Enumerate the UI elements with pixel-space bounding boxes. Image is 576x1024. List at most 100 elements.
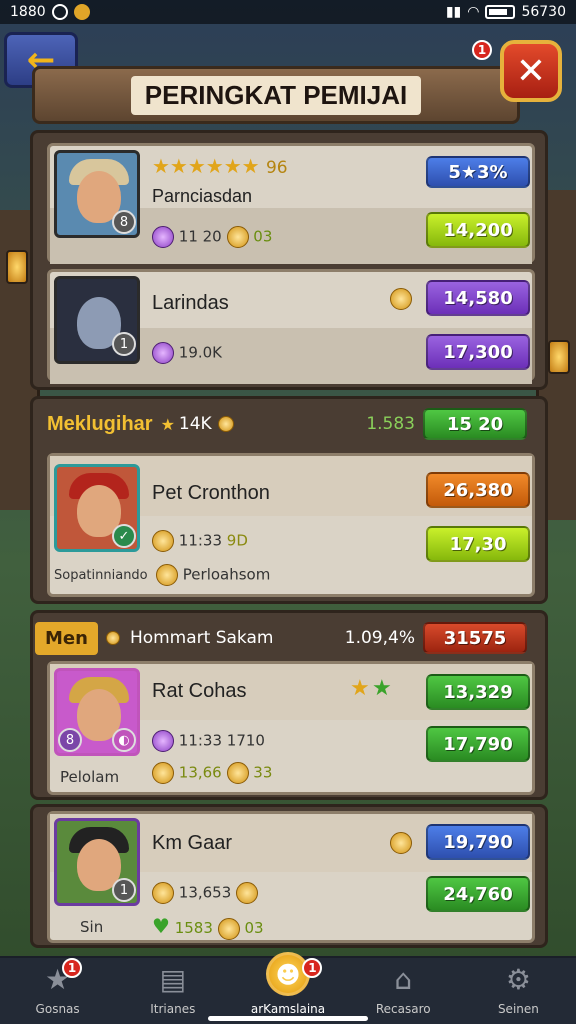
rank-badge: 5★3% xyxy=(426,156,530,188)
player-name: Parnciasdan xyxy=(152,186,253,206)
player-card-1[interactable]: 8 ★★★★★★ 96 Parnciasdan 11 20 03 5★3% 14… xyxy=(47,143,535,264)
score-pill[interactable]: 19,790 xyxy=(426,824,530,860)
score-pill[interactable]: 14,200 xyxy=(426,212,530,248)
bottom-nav: ★ Gosnas 1 ▤ Itrianes ☻ arKamslaina 1 ⌂ … xyxy=(0,952,576,1024)
level-badge-icon: ✓ xyxy=(112,524,136,548)
player-stat: 19.0K xyxy=(178,343,223,362)
player-stat: 11 20 xyxy=(178,227,222,246)
title-board: PERINGKAT PEMIJAI xyxy=(32,66,520,124)
player-subtitle: Sin xyxy=(80,918,104,936)
player-stat-suffix: 03 xyxy=(253,227,273,246)
section-title: Hommart Sakam xyxy=(129,628,274,648)
nav-label: arKamslaina xyxy=(250,1002,326,1016)
heart-icon: ♥ xyxy=(152,914,170,938)
score-pill[interactable]: 13,329 xyxy=(426,674,530,710)
coin-icon xyxy=(105,631,120,645)
player-card-5[interactable]: 1 Km Gaar 13,653 ♥ 1583 03 Sin 19,790 24… xyxy=(47,811,535,943)
section-stat: 14K xyxy=(178,414,212,434)
app-icon xyxy=(51,4,68,20)
star-rating: ★★★★★★ xyxy=(152,154,260,178)
section-percent: 1.09,4% xyxy=(344,628,415,648)
player-stat-2: 1583 xyxy=(174,919,213,937)
player-name: Km Gaar xyxy=(152,832,233,854)
player-stat-2-suffix: 33 xyxy=(253,763,273,782)
coin-icon xyxy=(226,226,249,248)
player-stat: 11:33 1710 xyxy=(178,731,265,750)
home-indicator[interactable] xyxy=(208,1016,368,1021)
score-pill[interactable]: 26,380 xyxy=(426,472,530,508)
section-title: Meklugihar xyxy=(47,412,153,435)
list-icon: ▤ xyxy=(159,963,187,996)
coin-icon xyxy=(217,917,240,940)
coin-icon xyxy=(156,564,178,586)
coin-icon xyxy=(217,416,234,432)
star-icon: ★ xyxy=(372,676,392,701)
player-stat: 13,653 xyxy=(178,883,232,902)
player-card-2[interactable]: 1 Larindas 19.0K 14,580 17,300 xyxy=(47,269,535,384)
nav-item-home[interactable]: ☻ arKamslaina 1 xyxy=(230,952,345,1024)
player-stat-2-suffix: 03 xyxy=(244,919,264,937)
building-icon: ⌂ xyxy=(394,963,413,996)
nav-item-games[interactable]: ★ Gosnas 1 xyxy=(0,958,115,1024)
page-title: PERINGKAT PEMIJAI xyxy=(130,75,422,115)
level-badge-icon: 1 xyxy=(112,878,136,902)
coin-icon xyxy=(390,832,412,854)
player-subtitle-right: Perloahsom xyxy=(182,565,271,584)
nav-label: Recasaro xyxy=(375,1002,431,1016)
level-badge-icon: ◐ xyxy=(112,728,136,752)
gem-icon xyxy=(152,342,174,364)
wifi-icon: ◠ xyxy=(467,4,480,20)
coin-icon xyxy=(152,530,174,552)
battery-text: 56730 xyxy=(521,4,566,20)
score-pill[interactable]: 17,790 xyxy=(426,726,530,762)
nav-label: Seinen xyxy=(497,1002,539,1016)
coin-icon xyxy=(390,288,412,310)
level-badge-icon: 8 xyxy=(112,210,136,234)
player-subtitle: Pelolam xyxy=(60,768,120,786)
leaderboard-panel-2: Meklugihar ★ 14K 1.583 15 20 ✓ Pet Cront… xyxy=(30,396,548,604)
level-badge-icon: 1 xyxy=(112,332,136,356)
score-pill[interactable]: 17,30 xyxy=(426,526,530,562)
score-pill[interactable]: 31575 xyxy=(423,622,527,654)
notification-badge: 1 xyxy=(62,958,82,978)
score-pill[interactable]: 15 20 xyxy=(423,408,527,440)
section-header: Men Hommart Sakam 1.09,4% 31575 xyxy=(33,613,545,663)
leaderboard-panel-4: 1 Km Gaar 13,653 ♥ 1583 03 Sin 19,790 24… xyxy=(30,804,548,948)
score-pill[interactable]: 17,300 xyxy=(426,334,530,370)
lamp-icon xyxy=(548,340,570,374)
score-pill[interactable]: 24,760 xyxy=(426,876,530,912)
coin-icon xyxy=(152,762,174,784)
player-subtitle: Sopatinniando xyxy=(54,568,148,583)
star-extra: 96 xyxy=(265,158,288,178)
section-header: Meklugihar ★ 14K 1.583 15 20 xyxy=(33,399,545,449)
coin-icon xyxy=(152,882,174,904)
player-name: Larindas xyxy=(152,292,229,314)
gear-icon: ⚙ xyxy=(505,963,531,996)
star-icon: ★ xyxy=(350,676,370,701)
leaderboard-panel-3: Men Hommart Sakam 1.09,4% 31575 8 ◐ Rat … xyxy=(30,610,548,800)
player-card-3[interactable]: ✓ Pet Cronthon 11:33 9D Sopatinniando Pe… xyxy=(47,453,535,597)
close-button[interactable]: ✕ xyxy=(500,40,562,102)
level-badge-icon: 8 xyxy=(58,728,82,752)
nav-label: Gosnas xyxy=(35,1002,80,1016)
nav-item-list[interactable]: ▤ Itrianes xyxy=(115,958,230,1024)
coin-icon xyxy=(73,4,90,20)
status-time: 1880 xyxy=(10,4,46,20)
signal-icon: ▮▮ xyxy=(445,4,462,20)
gem-icon xyxy=(152,226,174,248)
section-right-stat: 1.583 xyxy=(366,414,415,434)
leaderboard-panel-1: 8 ★★★★★★ 96 Parnciasdan 11 20 03 5★3% 14… xyxy=(30,130,548,390)
player-name: Rat Cohas xyxy=(152,680,247,702)
coin-icon xyxy=(236,882,259,904)
nav-item-settings[interactable]: ⚙ Seinen xyxy=(461,958,576,1024)
player-card-4[interactable]: 8 ◐ Rat Cohas ★ ★ 11:33 1710 13,66 33 Pe… xyxy=(47,661,535,795)
battery-icon xyxy=(485,5,516,19)
score-pill[interactable]: 14,580 xyxy=(426,280,530,316)
player-name: Pet Cronthon xyxy=(152,482,270,504)
player-stat-2: 13,66 xyxy=(178,763,222,782)
nav-item-records[interactable]: ⌂ Recasaro xyxy=(346,958,461,1024)
player-stat: 11:33 xyxy=(178,531,223,550)
notification-badge: 1 xyxy=(302,958,323,978)
lamp-icon xyxy=(6,250,28,284)
player-stat-suffix: 9D xyxy=(226,531,248,550)
